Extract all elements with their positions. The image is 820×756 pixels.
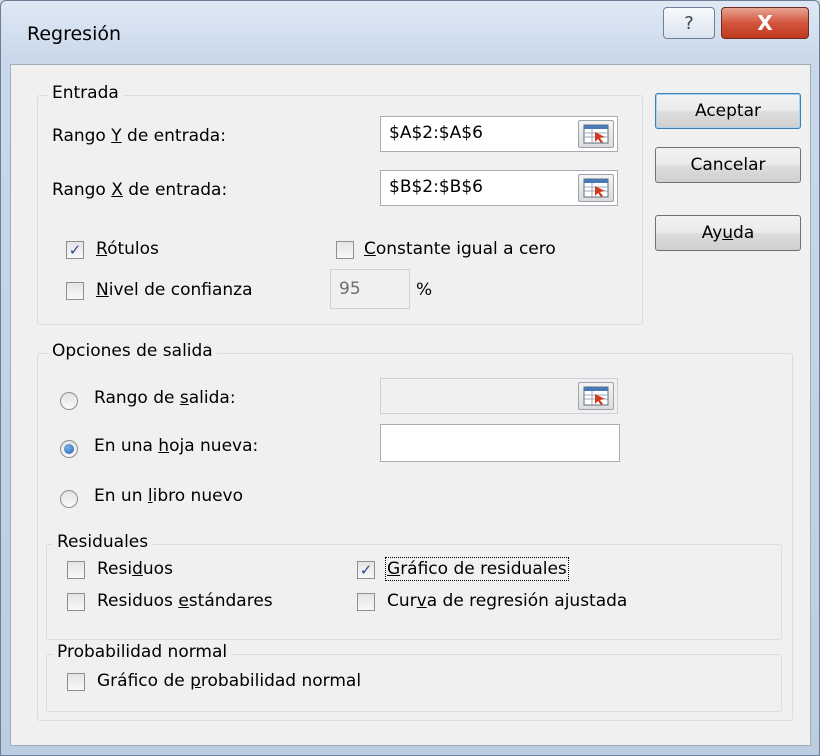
label-text: Cur <box>387 591 417 611</box>
dialog-title: Regresión <box>27 23 122 45</box>
opciones-salida-group: Opciones de salida Rango de salida: En u… <box>37 341 793 721</box>
label-text: de entrada: <box>121 126 226 146</box>
label-text: oja nueva: <box>169 436 259 456</box>
probabilidad-normal-checkbox[interactable] <box>67 673 85 691</box>
nivel-confianza-input[interactable]: 95 <box>330 269 410 309</box>
label-text: ibro nuevo <box>152 486 244 506</box>
rango-x-collapse-button[interactable] <box>578 174 614 202</box>
hoja-nueva-input[interactable] <box>380 424 620 462</box>
label-text: onstante igual a cero <box>375 239 556 259</box>
label-text: uos <box>142 559 173 579</box>
label-accesskey: h <box>158 436 170 456</box>
entrada-group: Entrada Rango Y de entrada: $A$2:$A$6 Ra… <box>37 83 643 325</box>
libro-nuevo-radio[interactable] <box>60 490 78 508</box>
label-text: Gráfico de <box>97 671 191 691</box>
opciones-salida-title: Opciones de salida <box>48 341 217 361</box>
label-accesskey: C <box>364 239 376 259</box>
label-accesskey: d <box>132 559 143 579</box>
range-selector-icon <box>583 124 609 144</box>
residuos-estandares-label: Residuos estándares <box>97 591 273 611</box>
checkmark-icon: ✓ <box>359 560 373 579</box>
residuos-checkbox[interactable] <box>67 561 85 579</box>
rango-salida-collapse-button[interactable] <box>578 382 614 410</box>
residuos-estandares-checkbox[interactable] <box>67 593 85 611</box>
residuales-group: Residuales Residuos ✓ Gráfico de residua… <box>46 532 782 640</box>
grafico-residuales-checkbox[interactable]: ✓ <box>357 561 375 579</box>
range-selector-icon <box>583 178 609 198</box>
label-accesskey: Y <box>111 126 122 146</box>
rango-y-label: Rango Y de entrada: <box>52 126 226 146</box>
title-bar[interactable]: Regresión ? X <box>1 1 819 63</box>
label-text: Residuos <box>97 591 179 611</box>
constante-checkbox[interactable] <box>336 241 354 259</box>
label-accesskey: v <box>416 591 427 611</box>
nivel-confianza-checkbox[interactable] <box>66 282 84 300</box>
label-text: Resi <box>97 559 133 579</box>
dialog-body: Entrada Rango Y de entrada: $A$2:$A$6 Ra… <box>10 64 811 746</box>
libro-nuevo-label: En un libro nuevo <box>94 486 243 506</box>
percent-unit: % <box>416 280 433 300</box>
label-accesskey: X <box>111 180 123 200</box>
label-accesskey: N <box>96 280 109 300</box>
aceptar-button[interactable]: Aceptar <box>655 93 801 129</box>
question-icon: ? <box>684 12 694 34</box>
probabilidad-group: Probabilidad normal Gráfico de probabili… <box>46 642 782 712</box>
grafico-residuales-label: Gráfico de residuales <box>385 557 569 581</box>
label-accesskey: R <box>96 239 108 259</box>
checkmark-icon: ✓ <box>68 240 82 259</box>
label-text: Rango de <box>94 388 180 408</box>
close-title-button[interactable]: X <box>721 7 809 39</box>
rango-x-label: Rango X de entrada: <box>52 180 227 200</box>
constante-label: Constante igual a cero <box>364 239 556 259</box>
curva-regresion-label: Curva de regresión ajustada <box>387 591 627 611</box>
label-text: stándares <box>188 591 273 611</box>
cancelar-button[interactable]: Cancelar <box>655 147 801 183</box>
label-text: Rango <box>52 126 112 146</box>
label-text: de entrada: <box>122 180 228 200</box>
rotulos-label: Rótulos <box>96 239 159 259</box>
residuales-title: Residuales <box>53 532 153 552</box>
residuos-label: Residuos <box>97 559 173 579</box>
nivel-confianza-label: Nivel de confianza <box>96 280 253 300</box>
label-text: Rango <box>52 180 112 200</box>
label-text: a de regresión ajustada <box>426 591 628 611</box>
rango-salida-label: Rango de salida: <box>94 388 236 408</box>
range-selector-icon <box>583 386 609 406</box>
label-text: robabilidad normal <box>200 671 362 691</box>
button-text: Ay <box>701 223 723 243</box>
entrada-title: Entrada <box>48 83 123 103</box>
regression-dialog: Regresión ? X Entrada Rango Y de entrada… <box>0 0 820 756</box>
label-text: ótulos <box>107 239 159 259</box>
ayuda-button[interactable]: Ay u da <box>655 215 801 251</box>
label-text: ráfico de residuales <box>400 559 567 579</box>
hoja-nueva-label: En una hoja nueva: <box>94 436 258 456</box>
curva-regresion-checkbox[interactable] <box>357 593 375 611</box>
label-accesskey: e <box>178 591 189 611</box>
label-text: ivel de confianza <box>108 280 253 300</box>
rango-y-collapse-button[interactable] <box>578 120 614 148</box>
label-text: En un <box>94 486 148 506</box>
label-accesskey: s <box>179 388 189 408</box>
label-accesskey: p <box>190 671 201 691</box>
probabilidad-normal-label: Gráfico de probabilidad normal <box>97 671 361 691</box>
close-icon: X <box>757 11 773 35</box>
button-text: da <box>733 223 755 243</box>
probabilidad-title: Probabilidad normal <box>53 642 232 662</box>
help-title-button[interactable]: ? <box>663 7 715 39</box>
rango-salida-radio[interactable] <box>60 392 78 410</box>
label-text: alida: <box>188 388 236 408</box>
rotulos-checkbox[interactable]: ✓ <box>66 241 84 259</box>
label-text: En una <box>94 436 159 456</box>
hoja-nueva-radio[interactable] <box>60 440 78 458</box>
button-accesskey: u <box>722 223 734 243</box>
label-accesskey: G <box>387 559 401 579</box>
